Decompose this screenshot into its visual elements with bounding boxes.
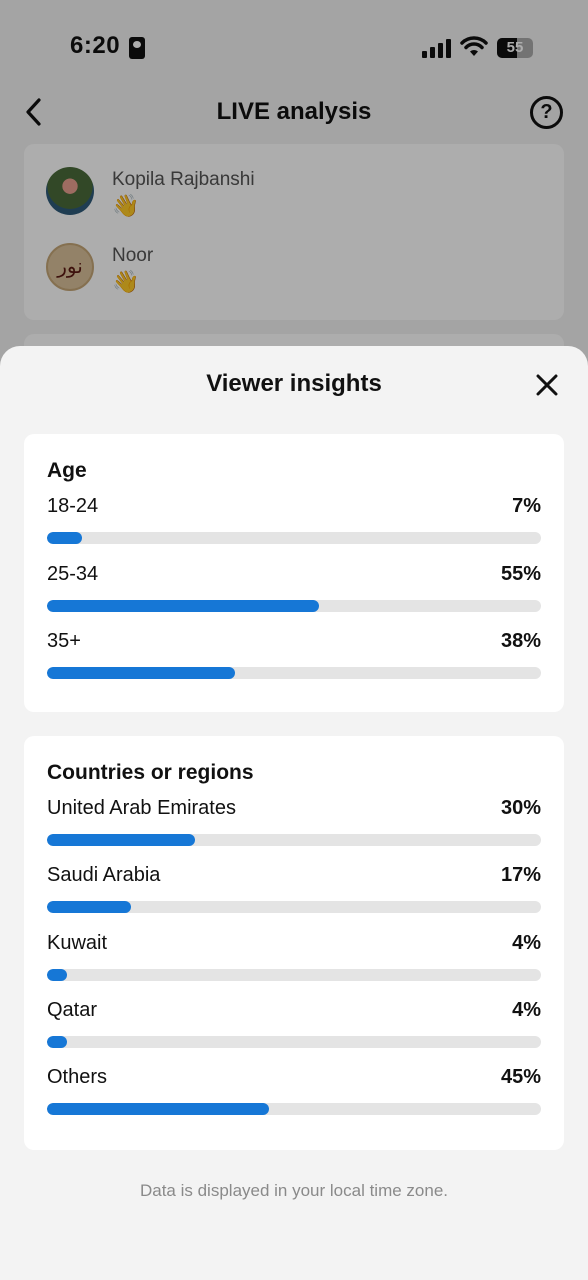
country-percent: 45% xyxy=(500,1066,541,1088)
progress-fill xyxy=(47,1103,270,1115)
close-icon[interactable] xyxy=(534,372,560,398)
age-label: 18-24 xyxy=(47,495,99,517)
progress-fill xyxy=(47,532,82,544)
age-row: 35+ 38% xyxy=(47,630,541,680)
progress-track xyxy=(47,1103,541,1115)
country-percent: 17% xyxy=(500,864,541,886)
progress-track xyxy=(47,667,541,679)
progress-fill xyxy=(47,901,131,913)
country-row: Others 45% xyxy=(47,1066,541,1116)
country-percent: 4% xyxy=(512,999,541,1021)
country-label: United Arab Emirates xyxy=(47,797,236,819)
progress-fill xyxy=(47,667,235,679)
country-label: Others xyxy=(47,1066,108,1088)
progress-fill xyxy=(47,1036,67,1048)
country-row: Qatar 4% xyxy=(47,999,541,1049)
progress-fill xyxy=(47,834,196,846)
country-percent: 30% xyxy=(500,797,541,819)
countries-title: Countries or regions xyxy=(47,761,254,784)
age-title: Age xyxy=(47,459,87,482)
age-percent: 55% xyxy=(500,563,541,585)
progress-track xyxy=(47,969,541,981)
age-row: 18-24 7% xyxy=(47,495,541,545)
country-row: Kuwait 4% xyxy=(47,932,541,982)
progress-track xyxy=(47,600,541,612)
country-label: Qatar xyxy=(47,999,98,1021)
progress-fill xyxy=(47,600,319,612)
age-label: 35+ xyxy=(47,630,81,652)
country-row: United Arab Emirates 30% xyxy=(47,797,541,847)
age-row: 25-34 55% xyxy=(47,563,541,613)
country-label: Kuwait xyxy=(47,932,108,954)
countries-card: Countries or regions United Arab Emirate… xyxy=(24,736,564,1150)
country-row: Saudi Arabia 17% xyxy=(47,864,541,914)
age-percent: 7% xyxy=(512,495,541,517)
age-label: 25-34 xyxy=(47,563,99,585)
progress-track xyxy=(47,834,541,846)
country-label: Saudi Arabia xyxy=(47,864,161,886)
age-card: Age 18-24 7% 25-34 55% 35+ 38% xyxy=(24,434,564,712)
age-percent: 38% xyxy=(500,630,541,652)
progress-track xyxy=(47,901,541,913)
country-percent: 4% xyxy=(512,932,541,954)
progress-track xyxy=(47,1036,541,1048)
viewer-insights-sheet: Viewer insights Age 18-24 7% 25-34 55% 3… xyxy=(0,346,588,1280)
sheet-title: Viewer insights xyxy=(206,370,382,397)
footer-note: Data is displayed in your local time zon… xyxy=(139,1181,449,1200)
progress-track xyxy=(47,532,541,544)
progress-fill xyxy=(47,969,67,981)
